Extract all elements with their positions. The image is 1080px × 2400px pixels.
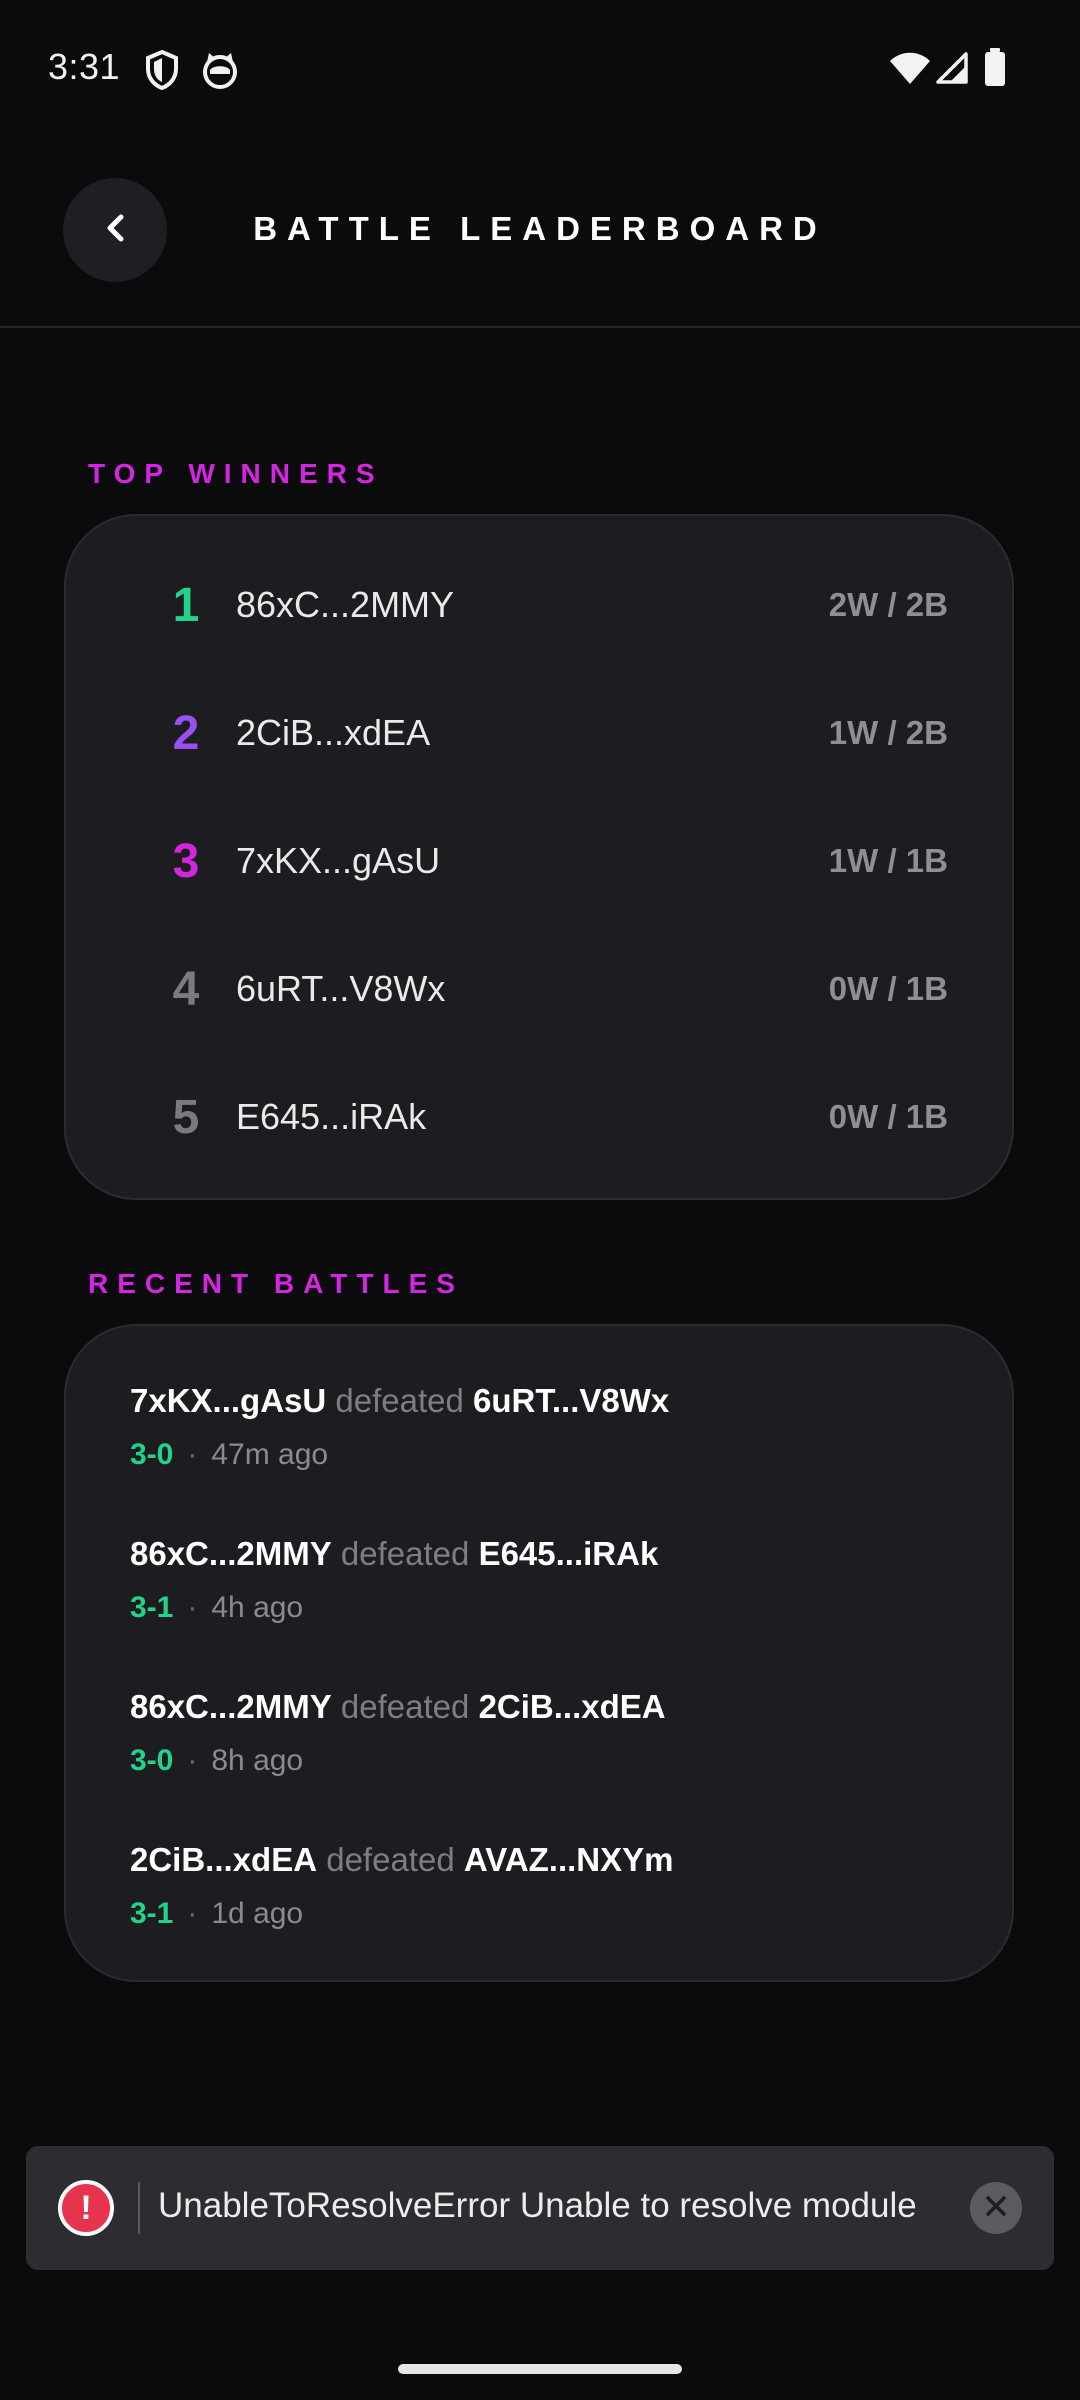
loser-name: E645...iRAk [478, 1535, 659, 1572]
error-message[interactable]: UnableToResolveError Unable to resolve m… [158, 2186, 958, 2226]
battle-item[interactable]: 86xC...2MMY defeated E645...iRAk 3-1 · 4h … [130, 1535, 950, 1625]
wifi-icon [890, 52, 930, 89]
battle-result-line: 86xC...2MMY defeated 2CiB...xdEA [130, 1688, 950, 1726]
winner-row[interactable]: 2 2CiB...xdEA 1W / 2B [66, 692, 1012, 772]
battle-time: 47m ago [211, 1438, 329, 1471]
winner-name: 2CiB...xdEA [236, 712, 431, 753]
winner-name: 86xC...2MMY [130, 1688, 332, 1725]
header: BATTLE LEADERBOARD [0, 136, 1080, 328]
winner-name: 86xC...2MMY [130, 1535, 332, 1572]
toast-divider [138, 2182, 140, 2234]
defeated-label: defeated [326, 1841, 455, 1878]
rank-number: 3 [172, 835, 200, 888]
battle-item[interactable]: 86xC...2MMY defeated 2CiB...xdEA 3-0 · 8h … [130, 1688, 950, 1778]
winner-stats: 1W / 1B [828, 842, 948, 879]
battle-score: 3-1 [130, 1591, 174, 1624]
battle-result-line: 86xC...2MMY defeated E645...iRAk [130, 1535, 950, 1573]
battle-meta: 3-0 · 47m ago [130, 1438, 950, 1472]
winner-name: 7xKX...gAsU [236, 840, 441, 881]
home-indicator[interactable] [398, 2364, 682, 2374]
section-label-recent-battles: RECENT BATTLES [88, 1268, 464, 1299]
cat-face-icon [201, 50, 239, 95]
battle-score: 3-0 [130, 1438, 174, 1471]
rank-number: 4 [172, 963, 200, 1016]
loser-name: 2CiB...xdEA [478, 1688, 666, 1725]
recent-battles-card: 7xKX...gAsU defeated 6uRT...V8Wx 3-0 · 47m… [64, 1324, 1014, 1982]
error-icon: ! [58, 2180, 114, 2236]
battle-result-line: 2CiB...xdEA defeated AVAZ...NXYm [130, 1841, 950, 1879]
defeated-label: defeated [340, 1688, 470, 1725]
loser-name: 6uRT...V8Wx [473, 1382, 670, 1419]
status-time: 3:31 [48, 46, 121, 87]
battery-icon [984, 48, 1006, 91]
status-bar: 3:31 [0, 0, 1080, 136]
winner-row[interactable]: 5 E645...iRAk 0W / 1B [66, 1076, 1012, 1156]
separator-dot: · [187, 1897, 198, 1930]
signal-icon [936, 52, 968, 89]
battle-score: 3-0 [130, 1744, 174, 1777]
winner-name: E645...iRAk [236, 1096, 427, 1137]
winner-name: 2CiB...xdEA [130, 1841, 318, 1878]
defeated-label: defeated [340, 1535, 470, 1572]
winner-row[interactable]: 4 6uRT...V8Wx 0W / 1B [66, 948, 1012, 1028]
winner-stats: 1W / 2B [828, 714, 948, 751]
winner-stats: 0W / 1B [828, 970, 948, 1007]
battle-time: 1d ago [211, 1897, 304, 1930]
defeated-label: defeated [335, 1382, 464, 1419]
rank-number: 5 [172, 1091, 200, 1144]
battle-result-line: 7xKX...gAsU defeated 6uRT...V8Wx [130, 1382, 950, 1420]
winner-row[interactable]: 1 86xC...2MMY 2W / 2B [66, 564, 1012, 644]
winner-name: 86xC...2MMY [236, 584, 455, 625]
battle-item[interactable]: 7xKX...gAsU defeated 6uRT...V8Wx 3-0 · 47m… [130, 1382, 950, 1472]
top-winners-card: 1 86xC...2MMY 2W / 2B 2 2CiB...xdEA 1W /… [64, 514, 1014, 1200]
dismiss-toast-button[interactable] [970, 2182, 1022, 2234]
battle-item[interactable]: 2CiB...xdEA defeated AVAZ...NXYm 3-1 · 1d … [130, 1841, 950, 1931]
separator-dot: · [187, 1591, 198, 1624]
winner-name: 6uRT...V8Wx [236, 968, 446, 1009]
battle-time: 4h ago [211, 1591, 304, 1624]
close-icon [984, 2194, 1008, 2223]
separator-dot: · [187, 1438, 198, 1471]
rank-number: 2 [172, 707, 200, 760]
winner-name: 7xKX...gAsU [130, 1382, 327, 1419]
loser-name: AVAZ...NXYm [463, 1841, 674, 1878]
battle-meta: 3-1 · 4h ago [130, 1591, 950, 1625]
battle-meta: 3-0 · 8h ago [130, 1744, 950, 1778]
page-title: BATTLE LEADERBOARD [253, 210, 827, 247]
battle-time: 8h ago [211, 1744, 304, 1777]
winner-stats: 0W / 1B [828, 1098, 948, 1135]
battle-meta: 3-1 · 1d ago [130, 1897, 950, 1931]
shield-icon [145, 49, 179, 95]
rank-number: 1 [172, 579, 200, 632]
error-toast[interactable]: ! UnableToResolveError Unable to resolve… [26, 2146, 1054, 2270]
battle-score: 3-1 [130, 1897, 174, 1930]
winner-row[interactable]: 3 7xKX...gAsU 1W / 1B [66, 820, 1012, 900]
winner-stats: 2W / 2B [828, 586, 948, 623]
separator-dot: · [187, 1744, 198, 1777]
section-label-top-winners: TOP WINNERS [88, 458, 384, 489]
